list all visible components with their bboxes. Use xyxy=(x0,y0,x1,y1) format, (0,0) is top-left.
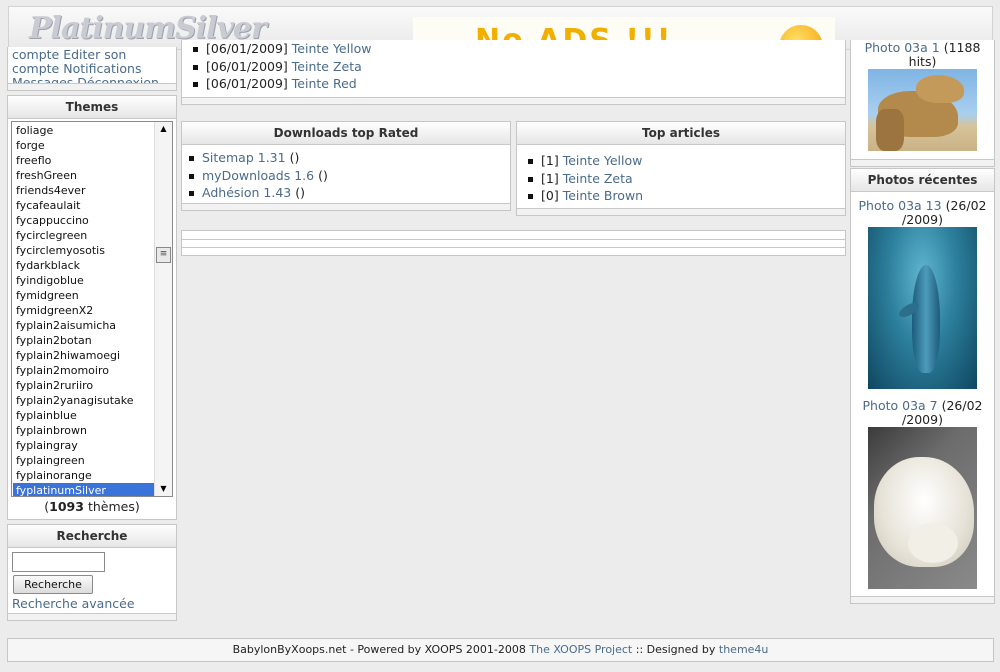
user-menu-block: compte Editer son compte Notifications M… xyxy=(7,47,177,91)
theme-option[interactable]: fyplain2aisumicha xyxy=(13,318,155,333)
theme-list-scrollbar[interactable]: ▲ ≡ ▼ xyxy=(154,122,172,496)
theme-option[interactable]: fyplain2yanagisutake xyxy=(13,393,155,408)
theme-option[interactable]: friends4ever xyxy=(13,183,155,198)
article-item: [1] Teinte Yellow xyxy=(522,152,643,170)
search-button[interactable]: Recherche xyxy=(13,575,93,594)
block-footer xyxy=(182,97,845,104)
theme-option[interactable]: fymidgreen xyxy=(13,288,155,303)
search-input[interactable] xyxy=(12,552,105,572)
theme-option[interactable]: freeflo xyxy=(13,153,155,168)
theme-option[interactable]: foliage xyxy=(13,123,155,138)
polar-bear-photo[interactable] xyxy=(868,427,977,589)
theme-option[interactable]: fydarkblack xyxy=(13,258,155,273)
downloads-block: Downloads top Rated Sitemap 1.31 () myDo… xyxy=(181,121,511,211)
downloads-title: Downloads top Rated xyxy=(182,122,510,145)
news-block: [06/01/2009] Teinte Yellow [06/01/2009] … xyxy=(181,40,846,105)
top-articles-title: Top articles xyxy=(517,122,845,145)
block-footer xyxy=(851,596,994,603)
theme-option[interactable]: fycappuccino xyxy=(13,213,155,228)
user-menu-link-account-2[interactable]: compte xyxy=(12,61,59,76)
top-photo-block: Photo 03a 1 (1188 hits) xyxy=(850,40,995,167)
recent-photo-link[interactable]: Photo 03a 13 xyxy=(859,198,942,213)
theme4u-link[interactable]: theme4u xyxy=(719,643,769,656)
article-item: [1] Teinte Zeta xyxy=(522,170,643,188)
download-link[interactable]: Sitemap 1.31 xyxy=(202,150,286,165)
theme-option[interactable]: fycirclegreen xyxy=(13,228,155,243)
user-menu-link-notifications[interactable]: Notifications xyxy=(63,61,141,76)
theme-option[interactable]: fyplain2botan xyxy=(13,333,155,348)
download-link[interactable]: myDownloads 1.6 xyxy=(202,168,314,183)
theme-option[interactable]: fyplainorange xyxy=(13,468,155,483)
footer: BabylonByXoops.net - Powered by XOOPS 20… xyxy=(7,638,994,662)
theme-option[interactable]: fyplaingreen xyxy=(13,453,155,468)
theme-option[interactable]: fyplainbrown xyxy=(13,423,155,438)
recent-photos-title: Photos récentes xyxy=(851,169,994,192)
theme-option[interactable]: fyplain2hiwamoegi xyxy=(13,348,155,363)
download-item: Sitemap 1.31 () xyxy=(183,149,328,167)
recent-photo-caption: Photo 03a 13 (26/02 /2009) xyxy=(858,198,987,227)
theme-option[interactable]: fyplaingray xyxy=(13,438,155,453)
news-item-link[interactable]: Teinte Yellow xyxy=(292,41,372,56)
scroll-down-arrow-icon[interactable]: ▼ xyxy=(155,482,172,496)
top-articles-block: Top articles [1] Teinte Yellow [1] Teint… xyxy=(516,121,846,216)
theme-select-list[interactable]: foliage forge freeflo freshGreen friends4eve… xyxy=(11,121,173,497)
article-item: [0] Teinte Brown xyxy=(522,187,643,205)
empty-block xyxy=(181,230,846,256)
footer-designed-text: :: Designed by xyxy=(635,643,716,656)
theme-option[interactable]: forge xyxy=(13,138,155,153)
theme-option[interactable]: fycafeaulait xyxy=(13,198,155,213)
search-block: Recherche Recherche Recherche avancée xyxy=(7,524,177,621)
themes-block: Themes foliage forge freeflo freshGreen frie… xyxy=(7,95,177,520)
theme-count: (1093 thèmes) xyxy=(44,499,140,514)
theme-option[interactable]: fyplain2ruriiro xyxy=(13,378,155,393)
recent-photo-link[interactable]: Photo 03a 7 xyxy=(862,398,937,413)
block-footer xyxy=(851,159,994,166)
news-item: [06/01/2009] Teinte Yellow xyxy=(187,40,371,58)
footer-text: BabylonByXoops.net - Powered by XOOPS 20… xyxy=(232,643,526,656)
xoops-project-link[interactable]: The XOOPS Project xyxy=(529,643,632,656)
theme-option[interactable]: fyplatinumSilver xyxy=(13,483,155,496)
news-item: [06/01/2009] Teinte Zeta xyxy=(187,58,371,76)
user-menu-link-edit-account[interactable]: Editer son xyxy=(63,47,126,62)
theme-option[interactable]: freshGreen xyxy=(13,168,155,183)
top-photo-link[interactable]: Photo 03a 1 xyxy=(865,40,940,55)
article-link[interactable]: Teinte Yellow xyxy=(563,153,643,168)
download-item: myDownloads 1.6 () xyxy=(183,167,328,185)
theme-option[interactable]: fyindigoblue xyxy=(13,273,155,288)
recent-photo-caption: Photo 03a 7 (26/02 /2009) xyxy=(862,398,983,427)
downloads-list: Sitemap 1.31 () myDownloads 1.6 () Adhés… xyxy=(183,149,328,202)
top-photo-caption: Photo 03a 1 (1188 hits) xyxy=(864,40,981,69)
news-item-link[interactable]: Teinte Zeta xyxy=(292,59,362,74)
block-footer xyxy=(182,203,510,210)
search-title: Recherche xyxy=(8,525,176,548)
download-item: Adhésion 1.43 () xyxy=(183,184,328,202)
scroll-up-arrow-icon[interactable]: ▲ xyxy=(155,122,172,136)
block-footer xyxy=(8,613,176,620)
theme-items: foliage forge freeflo freshGreen friends4eve… xyxy=(13,123,155,496)
theme-option[interactable]: fyplain2momoiro xyxy=(13,363,155,378)
theme-option[interactable]: fyplainblue xyxy=(13,408,155,423)
news-item-link[interactable]: Teinte Red xyxy=(292,76,357,91)
recent-photos-block: Photos récentes Photo 03a 13 (26/02 /200… xyxy=(850,168,995,604)
user-menu-link-account[interactable]: compte xyxy=(12,47,59,62)
dolphin-photo[interactable] xyxy=(868,227,977,389)
article-link[interactable]: Teinte Zeta xyxy=(563,171,633,186)
camel-photo[interactable] xyxy=(868,69,977,151)
block-footer xyxy=(517,208,845,215)
theme-option[interactable]: fycirclemyosotis xyxy=(13,243,155,258)
themes-title: Themes xyxy=(8,96,176,119)
advanced-search-link[interactable]: Recherche avancée xyxy=(12,596,135,611)
scroll-thumb[interactable]: ≡ xyxy=(156,247,171,263)
theme-count-number: 1093 xyxy=(49,499,84,514)
news-item: [06/01/2009] Teinte Red xyxy=(187,75,371,93)
download-link[interactable]: Adhésion 1.43 xyxy=(202,185,291,200)
news-list: [06/01/2009] Teinte Yellow [06/01/2009] … xyxy=(187,40,371,93)
top-articles-list: [1] Teinte Yellow [1] Teinte Zeta [0] Te… xyxy=(522,152,643,205)
article-link[interactable]: Teinte Brown xyxy=(563,188,643,203)
block-footer xyxy=(8,83,176,90)
theme-option[interactable]: fymidgreenX2 xyxy=(13,303,155,318)
